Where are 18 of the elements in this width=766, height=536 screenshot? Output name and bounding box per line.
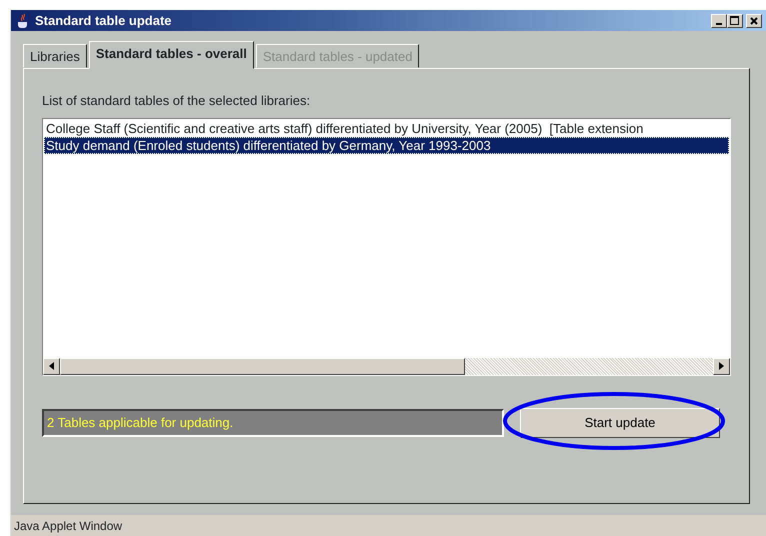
right-arrow-icon[interactable]: [719, 362, 724, 370]
status-bar: Java Applet Window: [11, 515, 766, 536]
list-item[interactable]: Study demand (Enroled students) differentiated by Germany, Year 1993-2003: [44, 136, 729, 154]
minimize-button[interactable]: [710, 14, 727, 28]
tab[interactable]: Libraries: [23, 44, 87, 68]
tab[interactable]: Standard tables - overall: [88, 41, 254, 69]
close-icon: [750, 16, 758, 24]
maximize-button[interactable]: [726, 14, 743, 28]
window-title: Standard table update: [35, 12, 172, 30]
maximize-icon: [730, 16, 740, 25]
start-update-button[interactable]: Start update: [520, 408, 720, 438]
list-item[interactable]: College Staff (Scientific and creative arts staff) differentiated by University, Year (2005) [Table extension: [44, 120, 729, 136]
left-arrow-icon[interactable]: [49, 362, 54, 370]
close-button[interactable]: [746, 14, 762, 28]
list-label: List of standard tables of the selected libraries:: [42, 92, 312, 110]
status-message: 2 Tables applicable for updating.: [42, 408, 504, 436]
horizontal-scrollbar[interactable]: [43, 358, 730, 374]
minimize-icon: [716, 22, 722, 24]
